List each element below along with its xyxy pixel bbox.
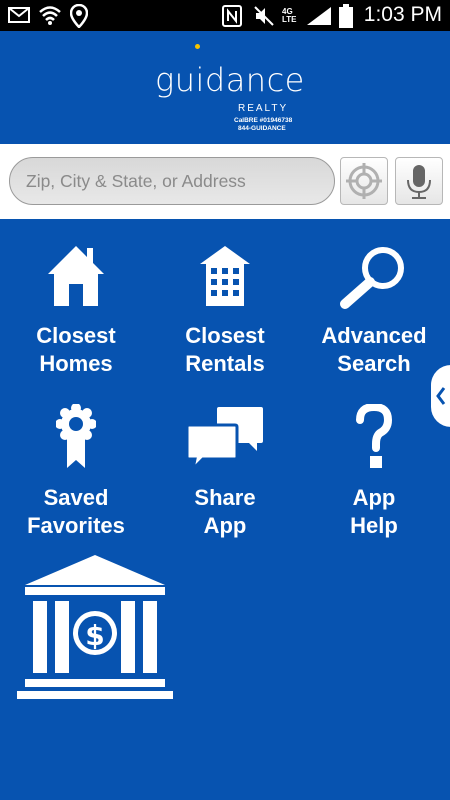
chevron-left-icon <box>436 387 446 405</box>
mail-icon <box>8 7 30 23</box>
logo-wordmark: guidance <box>155 61 305 99</box>
logo-dot <box>195 44 200 49</box>
search-bar <box>0 144 450 219</box>
menu-label-line2: Search <box>337 351 411 376</box>
crosshair-icon <box>346 163 382 199</box>
menu-label-line1: Closest <box>185 323 265 348</box>
side-drawer-handle[interactable] <box>431 365 450 427</box>
house-icon <box>48 246 104 306</box>
ribbon-icon <box>56 404 96 468</box>
logo-subtitle: REALTY <box>238 103 289 114</box>
menu-label-line1: Share <box>194 485 256 510</box>
bank-icon: $ <box>17 555 173 699</box>
license-number: CalBRE #01946738 <box>234 117 293 124</box>
menu-label-line2: App <box>203 513 247 538</box>
menu-label-line2: Homes <box>39 351 113 376</box>
menu-label-line1: App <box>352 485 396 510</box>
voice-search-button[interactable] <box>395 157 443 205</box>
microphone-icon <box>407 165 431 199</box>
menu-app-help[interactable]: App Help <box>299 402 449 542</box>
location-pin-icon <box>70 4 88 28</box>
battery-icon <box>339 4 353 28</box>
svg-text:$: $ <box>85 619 104 652</box>
network-label: 4G LTE <box>282 7 297 24</box>
menu-label-line1: Closest <box>36 323 116 348</box>
wifi-icon <box>39 6 61 25</box>
license-info: CalBRE #01946738 844-GUIDANCE <box>234 117 292 132</box>
menu-share-app[interactable]: Share App <box>150 402 300 542</box>
signal-icon <box>307 7 331 25</box>
menu-saved-favorites[interactable]: Saved Favorites <box>1 402 151 542</box>
mute-icon <box>254 6 274 26</box>
mortgage-bank-tile[interactable]: $ <box>15 545 175 703</box>
magnifier-icon <box>340 247 404 309</box>
menu-label-line1: Advanced <box>321 323 427 348</box>
question-icon <box>356 404 393 468</box>
locate-button[interactable] <box>340 157 388 205</box>
menu-label-line2: Help <box>350 513 398 538</box>
status-bar: 4G LTE 1:03 PM <box>0 0 450 31</box>
menu-label-line2: Favorites <box>27 513 125 538</box>
clock: 1:03 PM <box>363 3 442 26</box>
menu-label-line1: Saved <box>43 485 109 510</box>
menu-advanced-search[interactable]: Advanced Search <box>299 240 449 380</box>
building-icon <box>200 246 250 306</box>
menu-closest-homes[interactable]: Closest Homes <box>1 240 151 380</box>
search-input[interactable] <box>9 157 335 205</box>
chat-bubbles-icon <box>185 407 263 471</box>
menu-closest-rentals[interactable]: Closest Rentals <box>150 240 300 380</box>
menu-label-line2: Rentals <box>185 351 265 376</box>
nfc-icon <box>222 5 242 27</box>
phone-number: 844-GUIDANCE <box>238 124 286 132</box>
app-header: guidance REALTY CalBRE #01946738 844-GUI… <box>0 31 450 144</box>
